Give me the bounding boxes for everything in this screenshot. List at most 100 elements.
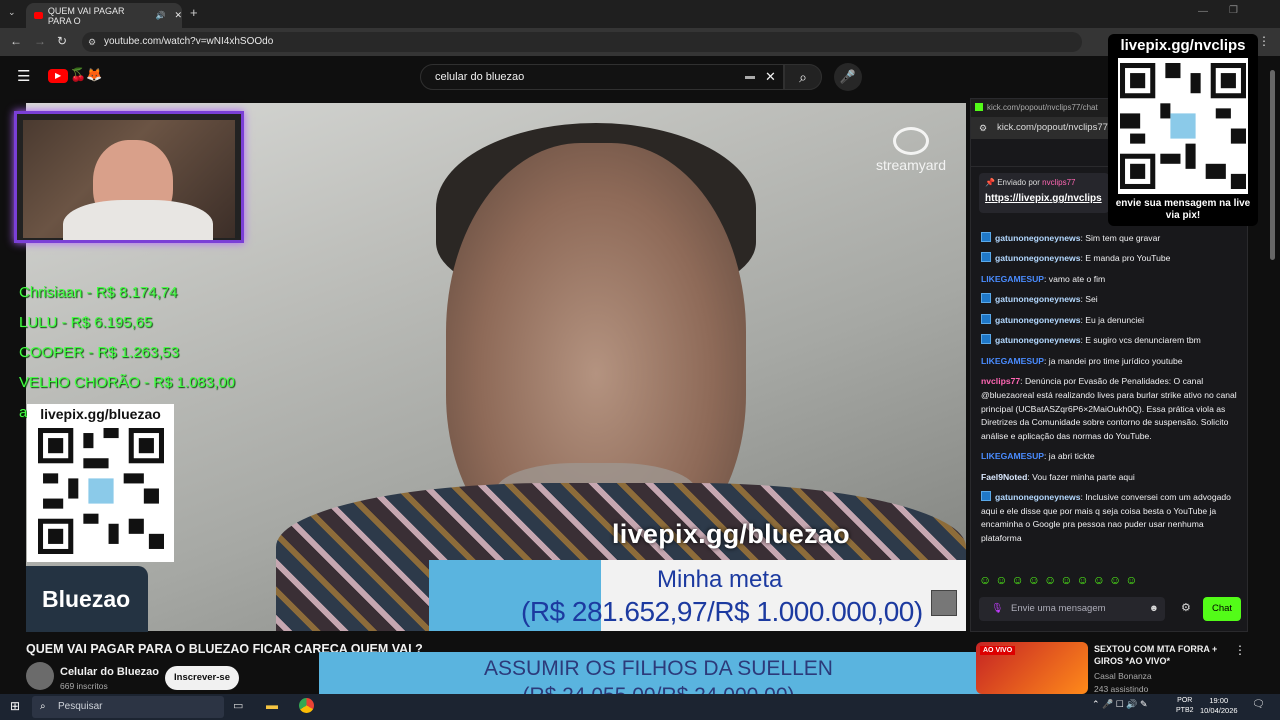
goal-overlay: Minha meta (R$ 281.652,97/R$ 1.000.000,0… xyxy=(429,560,966,631)
chat-address-text: kick.com/popout/nvclips77/ xyxy=(997,122,1111,133)
webcam-person-body xyxy=(63,200,213,240)
chat-username[interactable]: LIKEGAMESUP xyxy=(981,451,1044,461)
chat-text: : vamo ate o fim xyxy=(1044,273,1106,284)
webcam-feed xyxy=(23,120,235,240)
youtube-logo-icon[interactable]: ▶ xyxy=(48,69,68,83)
chat-text: : ja mandei pro time jurídico youtube xyxy=(1044,355,1183,366)
chat-text: : Denúncia por Evasão de Penalidades: O … xyxy=(981,376,1237,441)
chat-settings-gear-icon[interactable]: ⚙ xyxy=(1181,601,1191,614)
notification-icon[interactable]: 🗨 xyxy=(1252,699,1265,710)
site-info-icon[interactable]: ⚙ xyxy=(979,117,987,139)
clear-search-icon[interactable]: ✕ xyxy=(765,65,776,89)
live-badge: AO VIVO xyxy=(980,646,1016,655)
pinned-user: nvclips77 xyxy=(1042,178,1076,187)
chat-username[interactable]: LIKEGAMESUP xyxy=(981,356,1044,366)
reload-icon[interactable]: ↻ xyxy=(57,34,67,48)
taskbar-search[interactable]: ⌕ Pesquisar xyxy=(32,696,224,718)
tray-icons[interactable]: ⌃ 🎤 ☐ 🔊 ✎ xyxy=(1092,699,1148,710)
chat-message: Fael9Noted: Vou fazer minha parte aqui xyxy=(981,471,1239,485)
url-field[interactable]: ⚙ youtube.com/watch?v=wNI4xhSOOdo xyxy=(82,32,1082,52)
chat-username[interactable]: gatunonegoneynews xyxy=(995,315,1080,325)
channel-avatar[interactable] xyxy=(26,662,54,690)
pinned-link[interactable]: https://livepix.gg/nvclips xyxy=(985,193,1103,204)
clock-date: 10/04/2026 xyxy=(1200,706,1238,715)
maximize-icon[interactable]: ❐ xyxy=(1229,5,1238,16)
minimize-icon[interactable]: — xyxy=(1198,6,1208,17)
site-info-icon[interactable]: ⚙ xyxy=(88,32,96,52)
livepix-url-overlay: livepix.gg/bluezao xyxy=(612,519,850,549)
pin-icon: 📌 xyxy=(985,178,995,187)
language-top: POR xyxy=(1177,697,1193,704)
emote-bar[interactable]: ☺☺☺☺☺☺☺☺☺☺ xyxy=(979,573,1142,587)
hamburger-menu-icon[interactable]: ☰ xyxy=(17,67,30,85)
taskbar-search-label: Pesquisar xyxy=(58,701,103,712)
mic-icon: 🎙 xyxy=(991,603,1004,614)
clock[interactable]: 19:00 10/04/2026 xyxy=(1200,696,1238,716)
chat-message: gatunonegoneynews: E sugiro vcs denuncia… xyxy=(981,334,1239,348)
qr-right-top-label: livepix.gg/nvclips xyxy=(1120,37,1246,54)
channel-subscriber-count: 669 inscritos xyxy=(60,681,108,691)
recommended-title[interactable]: SEXTOU COM MTA FORRA + GIROS *AO VIVO* xyxy=(1094,643,1224,667)
subscriber-badge-icon xyxy=(981,491,991,502)
donation-item: LULU - R$ 6.195,65 xyxy=(19,314,153,331)
secondary-goal-title: ASSUMIR OS FILHOS DA SUELLEN xyxy=(484,657,833,680)
voice-search-button[interactable]: 🎤 xyxy=(834,63,862,91)
chat-username[interactable]: gatunonegoneynews xyxy=(995,294,1080,304)
chat-username[interactable]: gatunonegoneynews xyxy=(995,233,1080,243)
chat-message: LIKEGAMESUP: vamo ate o fim xyxy=(981,273,1239,287)
chat-message: gatunonegoneynews: Eu ja denunciei xyxy=(981,313,1239,328)
new-tab-icon[interactable]: + xyxy=(190,5,198,20)
subscribe-button[interactable]: Inscrever-se xyxy=(165,666,239,690)
chat-username[interactable]: LIKEGAMESUP xyxy=(981,274,1044,284)
chat-username[interactable]: gatunonegoneynews xyxy=(995,492,1080,502)
keyboard-icon[interactable]: ▬ xyxy=(745,65,755,89)
channel-name[interactable]: Celular do Bluezao xyxy=(60,666,159,678)
clock-time: 19:00 xyxy=(1209,696,1229,705)
page-scrollbar[interactable] xyxy=(1270,70,1275,260)
more-options-icon[interactable]: ⋮ xyxy=(1234,643,1246,657)
search-input-text: celular do bluezao xyxy=(435,71,525,83)
pinned-message[interactable]: 📌 Enviado por nvclips77 https://livepix.… xyxy=(979,173,1109,213)
search-input[interactable]: celular do bluezao ▬ ✕ xyxy=(420,64,784,90)
recommended-viewers: 243 assistindo xyxy=(1094,684,1149,694)
search-icon: ⌕ xyxy=(40,701,46,712)
chat-message: LIKEGAMESUP: ja abri tickte xyxy=(981,450,1239,464)
streamer-name-label: Bluezao xyxy=(26,566,148,632)
browser-tab[interactable]: QUEM VAI PAGAR PARA O 🔊 ✕ xyxy=(26,3,182,28)
close-tab-icon[interactable]: ✕ xyxy=(174,10,182,21)
subscriber-badge-icon xyxy=(981,334,991,345)
chat-username[interactable]: gatunonegoneynews xyxy=(995,335,1080,345)
chat-text: : ja abri tickte xyxy=(1044,451,1095,462)
tab-list-icon[interactable]: ⌄ xyxy=(8,7,16,18)
chat-message: gatunonegoneynews: Sei xyxy=(981,293,1239,307)
chrome-icon[interactable] xyxy=(299,698,314,713)
qr-code-left: livepix.gg/bluezao xyxy=(27,404,174,562)
file-explorer-icon[interactable]: ▬ xyxy=(266,698,278,712)
search-button[interactable]: ⌕ xyxy=(784,64,822,90)
forward-icon[interactable]: → xyxy=(34,34,46,48)
recommended-channel[interactable]: Casal Bonanza xyxy=(1094,671,1152,681)
chat-username[interactable]: gatunonegoneynews xyxy=(995,253,1080,263)
back-icon[interactable]: ← xyxy=(10,34,22,48)
emoji-icon[interactable]: ☻ xyxy=(1149,597,1159,621)
chat-send-button[interactable]: Chat xyxy=(1203,597,1241,621)
chat-input-placeholder: Envie uma mensagem xyxy=(1011,603,1106,614)
donation-item: VELHO CHORÃO - R$ 1.083,00 xyxy=(19,374,235,391)
chat-message: gatunonegoneynews: Sim tem que gravar xyxy=(981,232,1239,246)
doodle-icon[interactable]: 🍒🦊 xyxy=(70,67,102,83)
chat-message-input[interactable]: 🎙 Envie uma mensagem ☻ xyxy=(979,597,1165,621)
streamyard-watermark: streamyard xyxy=(876,127,946,173)
chat-message: nvclips77: Denúncia por Evasão de Penali… xyxy=(981,375,1239,443)
menu-dots-icon[interactable]: ⋮ xyxy=(1258,34,1270,48)
recommended-thumbnail[interactable]: AO VIVO xyxy=(976,642,1088,694)
language-indicator[interactable]: POR PTB2 xyxy=(1176,696,1194,716)
goal-amount: (R$ 281.652,97/R$ 1.000.000,00) xyxy=(521,596,923,627)
chat-username[interactable]: Fael9Noted xyxy=(981,472,1027,482)
subscriber-badge-icon xyxy=(981,293,991,304)
chat-username[interactable]: nvclips77 xyxy=(981,376,1020,386)
task-view-icon[interactable]: ▭ xyxy=(233,699,243,712)
subscriber-badge-icon xyxy=(981,252,991,263)
language-bottom: PTB2 xyxy=(1176,707,1194,714)
chat-text: : Eu ja denunciei xyxy=(1080,314,1145,325)
windows-start-icon[interactable]: ⊞ xyxy=(10,699,20,713)
